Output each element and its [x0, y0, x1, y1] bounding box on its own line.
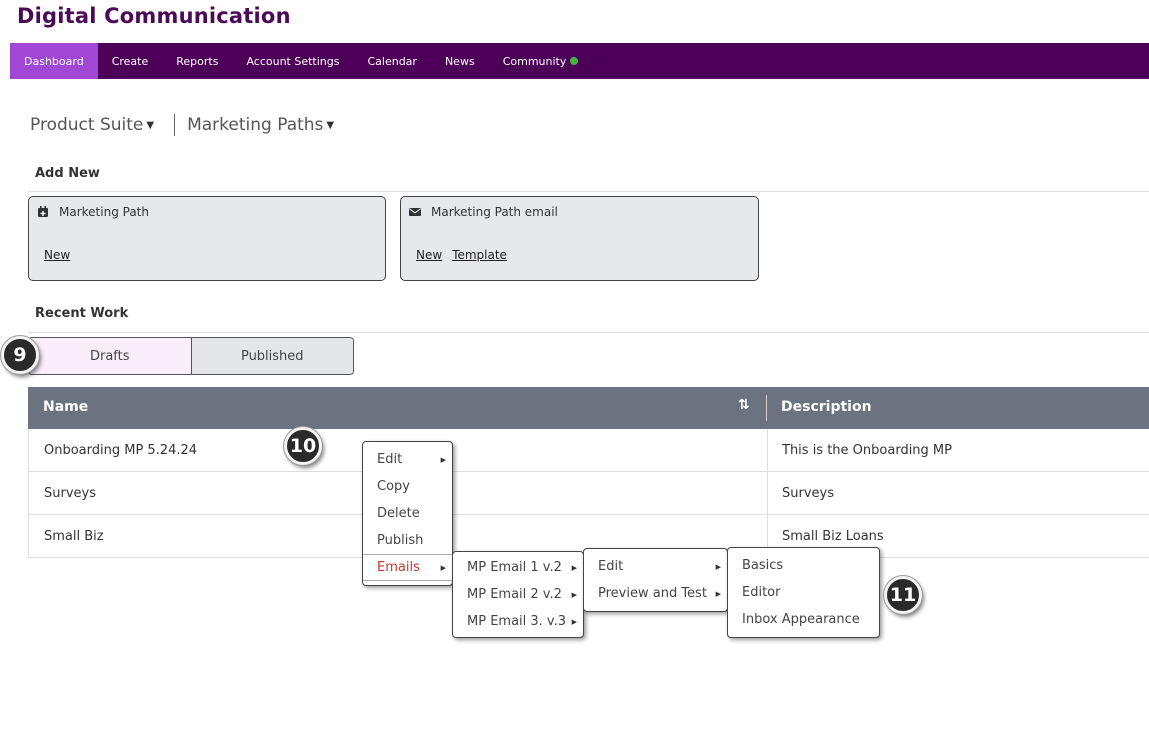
chevron-right-icon: ▶	[571, 617, 577, 626]
nav-calendar[interactable]: Calendar	[353, 43, 430, 79]
column-divider	[767, 472, 768, 515]
breadcrumb-divider	[174, 114, 176, 136]
nav-community[interactable]: Community	[489, 43, 593, 79]
chevron-right-icon: ▶	[571, 590, 577, 599]
row-description: Surveys	[782, 486, 834, 501]
menu-item-inbox-appearance[interactable]: Inbox Appearance	[728, 606, 879, 633]
menu-item-editor[interactable]: Editor	[728, 579, 879, 606]
column-header-description[interactable]: Description	[781, 399, 872, 415]
menu-item-mp-email-2[interactable]: MP Email 2 v.2 ▶	[453, 581, 583, 608]
recent-work-title: Recent Work	[35, 306, 129, 321]
menu-item-emails[interactable]: Emails ▶	[363, 554, 452, 581]
tab-drafts[interactable]: Drafts	[29, 338, 191, 374]
card-title: Marketing Path	[59, 205, 149, 219]
table-header: Name ⇅ Description	[28, 387, 1149, 429]
step-callout-9: 9	[1, 336, 39, 374]
product-suite-dropdown[interactable]: Product Suite ▼	[30, 115, 154, 135]
column-divider	[766, 395, 767, 421]
nav-news[interactable]: News	[431, 43, 489, 79]
column-header-name[interactable]: Name	[43, 399, 88, 415]
template-link[interactable]: Template	[452, 248, 507, 262]
chevron-right-icon: ▶	[715, 562, 721, 571]
menu-item-publish[interactable]: Publish	[363, 527, 452, 554]
step-callout-10: 10	[284, 427, 322, 465]
chevron-right-icon: ▶	[571, 563, 577, 572]
table-row[interactable]: Surveys Surveys	[28, 472, 1149, 515]
chevron-right-icon: ▶	[440, 455, 446, 464]
recent-work-tabs: Drafts Published	[28, 337, 354, 375]
recent-work-table: Name ⇅ Description Onboarding MP 5.24.24…	[28, 387, 1149, 558]
breadcrumb: Product Suite ▼ Marketing Paths ▼	[30, 114, 334, 136]
menu-item-mp-email-3[interactable]: MP Email 3. v.3 ▶	[453, 608, 583, 635]
sort-icon[interactable]: ⇅	[738, 397, 750, 413]
emails-submenu: MP Email 1 v.2 ▶ MP Email 2 v.2 ▶ MP Email…	[452, 551, 584, 638]
email-actions-submenu: Edit ▶ Preview and Test ▶	[583, 548, 728, 612]
nav-reports[interactable]: Reports	[162, 43, 232, 79]
new-email-link[interactable]: New	[416, 248, 442, 262]
menu-item-preview-and-test[interactable]: Preview and Test ▶	[584, 580, 727, 607]
caret-down-icon: ▼	[326, 119, 335, 131]
menu-item-basics[interactable]: Basics	[728, 552, 879, 579]
nav-account-settings[interactable]: Account Settings	[232, 43, 353, 79]
menu-item-email-edit[interactable]: Edit ▶	[584, 553, 727, 580]
edit-actions-submenu: Basics Editor Inbox Appearance	[727, 547, 880, 638]
app-title: Digital Communication	[17, 4, 291, 28]
step-callout-11: 11	[884, 576, 922, 614]
chevron-right-icon: ▶	[440, 563, 446, 572]
add-new-title: Add New	[35, 166, 100, 181]
row-name[interactable]: Small Biz	[44, 529, 104, 544]
row-name[interactable]: Surveys	[44, 486, 96, 501]
envelope-icon	[409, 206, 421, 218]
menu-item-copy[interactable]: Copy	[363, 473, 452, 500]
section-divider	[28, 332, 1149, 333]
menu-item-mp-email-1[interactable]: MP Email 1 v.2 ▶	[453, 554, 583, 581]
menu-item-delete[interactable]: Delete	[363, 500, 452, 527]
row-name[interactable]: Onboarding MP 5.24.24	[44, 443, 197, 458]
online-status-dot	[570, 57, 579, 65]
row-context-menu: Edit ▶ Copy Delete Publish Emails ▶	[362, 441, 453, 586]
column-divider	[767, 429, 768, 472]
nav-create[interactable]: Create	[98, 43, 163, 79]
marketing-path-email-card: Marketing Path email New Template	[400, 196, 759, 281]
table-row[interactable]: Onboarding MP 5.24.24 This is the Onboar…	[28, 429, 1149, 472]
card-title: Marketing Path email	[431, 205, 558, 219]
menu-item-edit[interactable]: Edit ▶	[363, 446, 452, 473]
new-marketing-path-link[interactable]: New	[44, 248, 70, 262]
marketing-paths-dropdown[interactable]: Marketing Paths ▼	[187, 115, 334, 135]
calendar-plus-icon	[37, 206, 49, 218]
section-divider	[28, 191, 1149, 192]
nav-dashboard[interactable]: Dashboard	[10, 43, 98, 79]
main-nav: Dashboard Create Reports Account Setting…	[10, 43, 1149, 79]
caret-down-icon: ▼	[146, 119, 155, 131]
row-description: This is the Onboarding MP	[782, 443, 952, 458]
row-description: Small Biz Loans	[782, 529, 884, 544]
chevron-right-icon: ▶	[715, 589, 721, 598]
tab-published[interactable]: Published	[190, 338, 353, 374]
marketing-path-card: Marketing Path New	[28, 196, 386, 281]
